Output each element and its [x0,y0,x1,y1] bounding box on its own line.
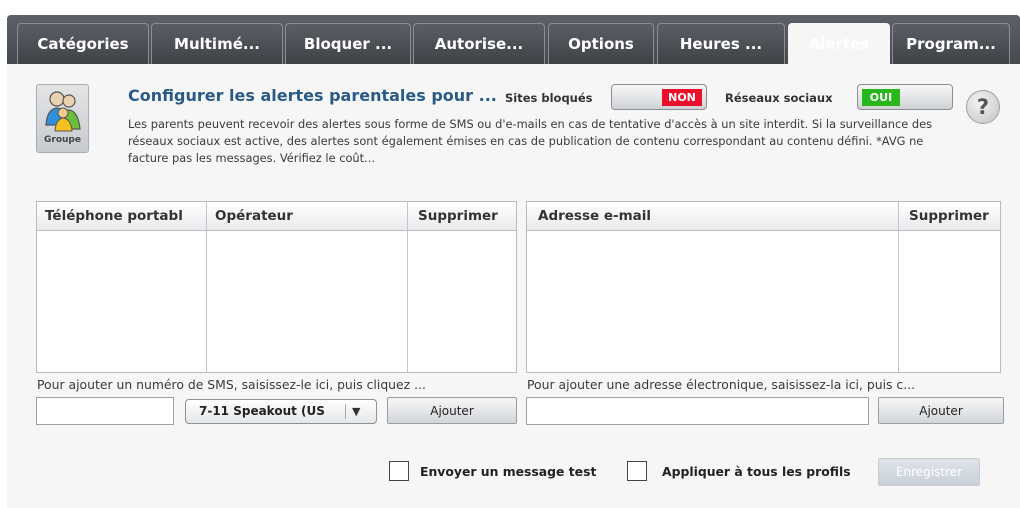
column-delete[interactable]: Supprimer [899,202,1002,230]
save-button[interactable]: Enregistrer [878,458,980,486]
tab-categories[interactable]: Catégories [17,23,149,64]
parental-controls-panel: Catégories Multimé... Bloquer ... Autori… [7,15,1020,508]
apply-all-profiles-checkbox[interactable] [627,461,647,481]
help-icon[interactable]: ? [966,90,1000,124]
sms-hint: Pour ajouter un numéro de SMS, saisissez… [37,377,426,392]
tab-programs[interactable]: Program... [892,23,1010,64]
send-test-checkbox[interactable] [389,461,409,481]
social-networks-state: OUI [862,89,900,106]
column-divider [206,202,207,372]
alerts-content: Groupe Configurer les alertes parentales… [7,64,1020,508]
tab-block[interactable]: Bloquer ... [285,23,411,64]
page-title: Configurer les alertes parentales pour .… [128,86,497,105]
social-networks-label: Réseaux sociaux [725,91,833,105]
sms-recipients-table: Téléphone portabl Opérateur Supprimer [36,201,517,373]
group-button[interactable]: Groupe [36,84,89,153]
column-delete[interactable]: Supprimer [408,202,518,230]
tab-allow[interactable]: Autorise... [413,23,545,64]
carrier-select[interactable]: 7-11 Speakout (US ▼ [185,399,377,424]
column-divider [407,202,408,372]
social-networks-toggle[interactable]: OUI [857,84,953,110]
email-recipients-table: Adresse e-mail Supprimer [526,201,1001,373]
tab-options[interactable]: Options [548,23,654,64]
group-button-label: Groupe [44,135,81,145]
phone-number-input[interactable] [36,397,174,425]
tab-bar: Catégories Multimé... Bloquer ... Autori… [7,15,1020,64]
sms-table-header: Téléphone portabl Opérateur Supprimer [37,202,516,231]
tab-hours[interactable]: Heures ... [657,23,785,64]
column-phone[interactable]: Téléphone portabl [37,202,207,230]
blocked-sites-state: NON [662,89,702,106]
email-input[interactable] [526,397,869,425]
tab-alerts[interactable]: Alertes [788,23,890,64]
email-table-header: Adresse e-mail Supprimer [527,202,1000,231]
group-users-icon [45,91,81,132]
blocked-sites-toggle[interactable]: NON [611,84,707,110]
select-divider [345,404,346,419]
apply-all-profiles-label: Appliquer à tous les profils [662,464,851,479]
chevron-down-icon: ▼ [352,405,361,418]
description-text: Les parents peuvent recevoir des alertes… [128,117,933,165]
add-email-button[interactable]: Ajouter [878,397,1004,424]
add-sms-button[interactable]: Ajouter [387,397,517,424]
send-test-label: Envoyer un message test [420,464,597,479]
carrier-selected-value: 7-11 Speakout (US [199,404,325,418]
column-divider [898,202,899,372]
column-email[interactable]: Adresse e-mail [527,202,899,230]
tab-multimedia[interactable]: Multimé... [151,23,283,64]
column-carrier[interactable]: Opérateur [207,202,408,230]
email-hint: Pour ajouter une adresse électronique, s… [527,377,916,392]
blocked-sites-label: Sites bloqués [505,91,593,105]
